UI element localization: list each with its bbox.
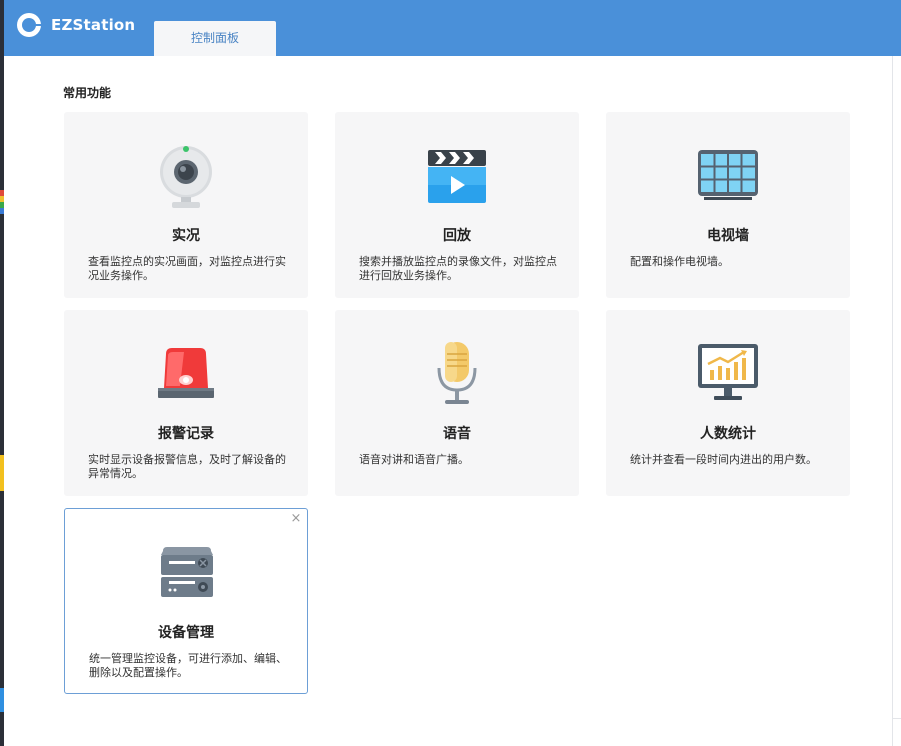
card-description: 实时显示设备报警信息，及时了解设备的异常情况。 xyxy=(88,453,286,480)
card-title: 设备管理 xyxy=(158,625,214,641)
video-wall-icon xyxy=(698,150,758,200)
card-description: 配置和操作电视墙。 xyxy=(630,255,729,268)
video-playback-icon xyxy=(428,150,486,203)
scrollbar-track[interactable] xyxy=(893,56,901,746)
card-title: 语音 xyxy=(443,426,471,442)
card-description: 统一管理监控设备，可进行添加、编辑、删除以及配置操作。 xyxy=(89,652,287,679)
section-title: 常用功能 xyxy=(63,86,112,100)
tab-control-panel[interactable]: 控制面板 xyxy=(154,21,276,56)
microphone-icon xyxy=(437,342,477,404)
card-title: 实况 xyxy=(172,228,200,244)
app-title: EZStation xyxy=(51,16,136,34)
close-icon[interactable]: × xyxy=(289,512,303,526)
divider xyxy=(893,718,901,719)
card-description: 搜索并播放监控点的录像文件，对监控点进行回放业务操作。 xyxy=(359,255,557,282)
card-description: 查看监控点的实况画面，对监控点进行实况业务操作。 xyxy=(88,255,286,282)
card-title: 电视墙 xyxy=(707,228,749,244)
card-description: 统计并查看一段时间内进出的用户数。 xyxy=(630,453,817,466)
card-people-counting[interactable]: 人数统计 统计并查看一段时间内进出的用户数。 xyxy=(606,310,850,496)
card-title: 回放 xyxy=(443,228,471,244)
card-description: 语音对讲和语音广播。 xyxy=(359,453,469,466)
statistics-monitor-icon xyxy=(698,344,758,400)
card-playback[interactable]: 回放 搜索并播放监控点的录像文件，对监控点进行回放业务操作。 xyxy=(335,112,579,298)
top-bar: EZStation 控制面板 xyxy=(4,0,901,56)
card-title: 报警记录 xyxy=(158,426,214,442)
card-live[interactable]: 实况 查看监控点的实况画面，对监控点进行实况业务操作。 xyxy=(64,112,308,298)
ezstation-logo-icon xyxy=(17,13,41,37)
card-device-management[interactable]: × 设备管理 统一管理监控设备，可进行添加、编辑、删除以及配置操作。 xyxy=(64,508,308,694)
card-voice[interactable]: 语音 语音对讲和语音广播。 xyxy=(335,310,579,496)
main-content: 常用功能 实况 查看监控点的实况画面，对监控点进行实况业务操作。 回放 搜索并播… xyxy=(4,56,892,746)
webcam-icon xyxy=(160,146,212,208)
card-title: 人数统计 xyxy=(700,426,756,442)
device-server-icon xyxy=(161,547,213,597)
card-alarm-records[interactable]: 报警记录 实时显示设备报警信息，及时了解设备的异常情况。 xyxy=(64,310,308,496)
card-video-wall[interactable]: 电视墙 配置和操作电视墙。 xyxy=(606,112,850,298)
alarm-light-icon xyxy=(158,348,214,398)
